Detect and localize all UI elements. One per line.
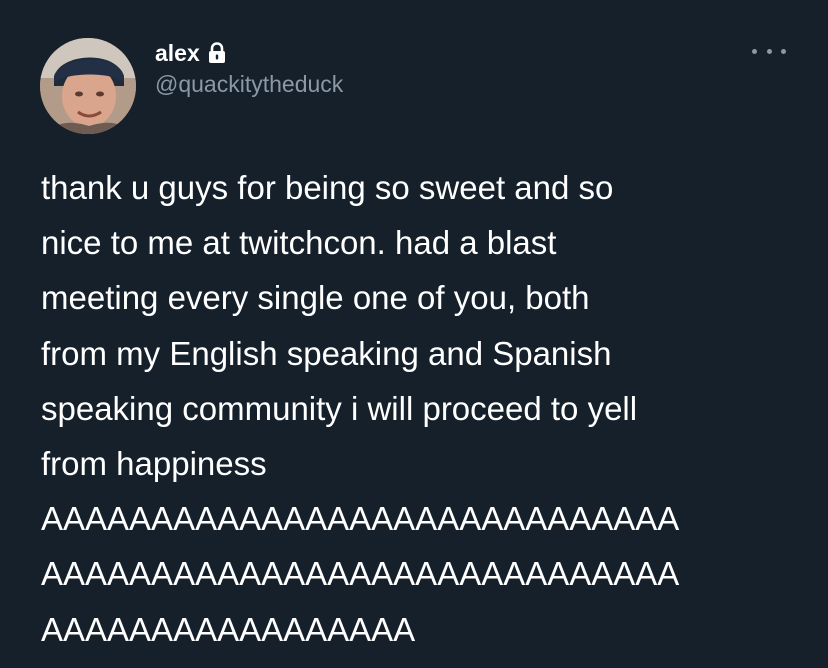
name-row: alex (155, 40, 343, 66)
dot-icon (766, 48, 772, 54)
tweet-body-text: thank u guys for being so sweet and so n… (41, 169, 680, 648)
author-handle[interactable]: @quackitytheduck (155, 71, 343, 97)
author-display-name[interactable]: alex (155, 40, 200, 66)
lock-icon (208, 42, 226, 64)
tweet-card: alex @quackitytheduck thank u guys for b… (0, 0, 828, 668)
dot-icon (781, 48, 786, 54)
author-avatar[interactable] (40, 38, 136, 134)
more-options-icon[interactable] (752, 44, 786, 58)
tweet-header: alex @quackitytheduck (155, 40, 343, 97)
avatar-photo-icon (40, 38, 136, 134)
dot-icon (752, 48, 757, 54)
